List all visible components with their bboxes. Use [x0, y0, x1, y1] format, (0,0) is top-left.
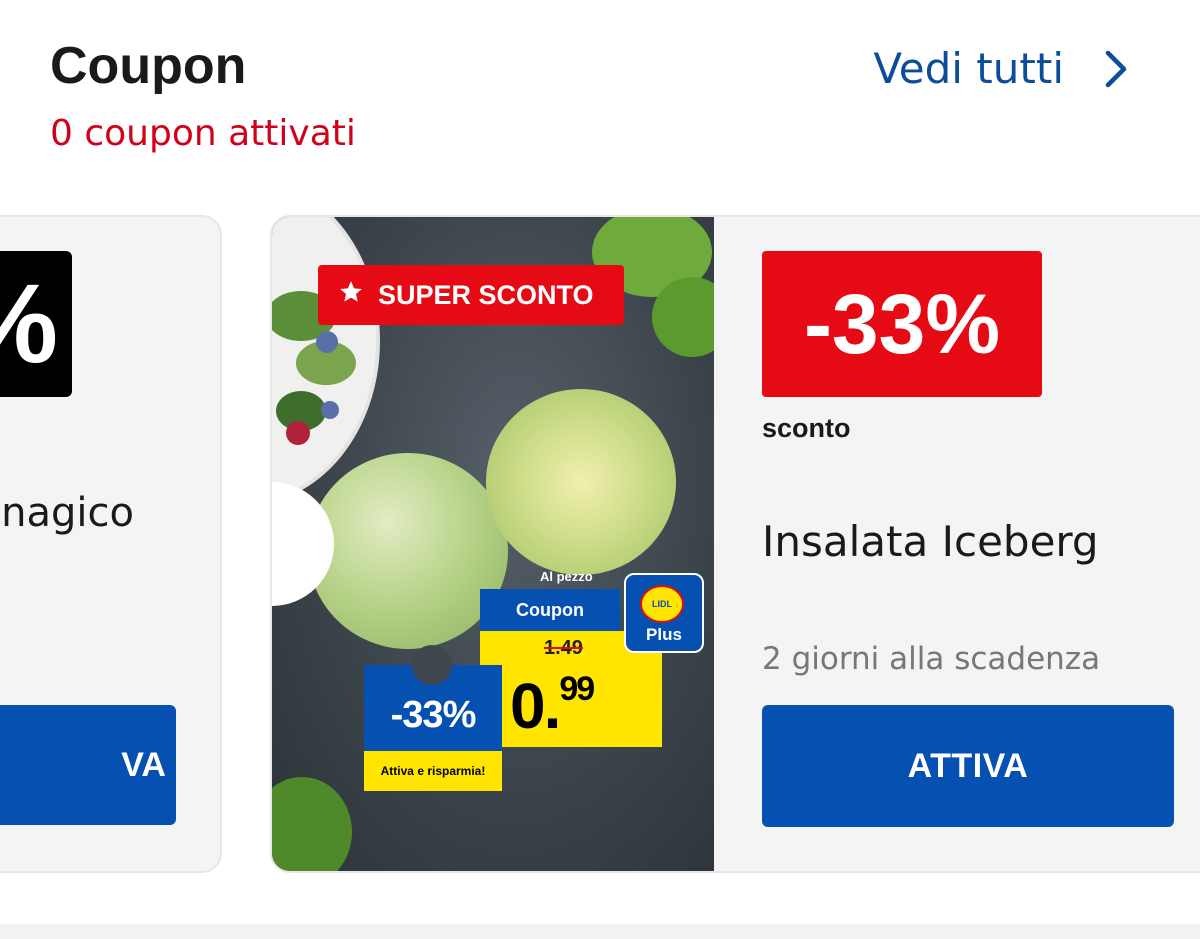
lidl-plus-logo: LIDL Plus	[624, 573, 704, 653]
coupon-card[interactable]: % nagico adenza VA	[0, 215, 222, 873]
discount-caption: sconto	[762, 413, 851, 443]
see-all-link[interactable]: Vedi tutti	[873, 44, 1130, 94]
image-discount-tag: -33% Attiva e risparmia!	[364, 645, 502, 791]
coupon-carousel[interactable]: % nagico adenza VA	[0, 215, 1200, 875]
product-name: Insalata Iceberg	[762, 517, 1099, 566]
coupon-card[interactable]: SUPER SCONTO Al pezzo Coupon 1.49 0.99 L…	[270, 215, 1200, 873]
lidl-logo-icon: LIDL	[640, 585, 684, 623]
product-image: SUPER SCONTO Al pezzo Coupon 1.49 0.99 L…	[272, 217, 714, 871]
plus-label: Plus	[646, 625, 682, 644]
discount-badge: %	[0, 251, 72, 397]
promo-text: Attiva e risparmia!	[364, 751, 502, 791]
per-piece-label: Al pezzo	[540, 569, 593, 584]
activate-button[interactable]: VA	[0, 705, 176, 825]
activate-button[interactable]: ATTIVA	[762, 705, 1174, 827]
super-discount-badge: SUPER SCONTO	[318, 265, 624, 325]
leaf-decoration	[272, 777, 352, 871]
super-discount-label: SUPER SCONTO	[378, 279, 594, 310]
discount-badge: -33%	[762, 251, 1042, 397]
section-title: Coupon	[50, 37, 247, 95]
lettuce-image	[486, 389, 676, 575]
section-divider	[0, 924, 1200, 939]
activated-coupons-count: 0 coupon attivati	[50, 113, 356, 154]
chevron-right-icon	[1104, 49, 1130, 89]
see-all-label: Vedi tutti	[873, 44, 1064, 93]
coupon-expiry: 2 giorni alla scadenza	[762, 641, 1101, 677]
new-price: 0.99	[510, 670, 595, 742]
star-icon	[338, 279, 364, 312]
lettuce-image	[308, 453, 508, 649]
coupon-tag-label: Coupon	[480, 589, 620, 631]
coupon-title: nagico	[1, 490, 134, 536]
